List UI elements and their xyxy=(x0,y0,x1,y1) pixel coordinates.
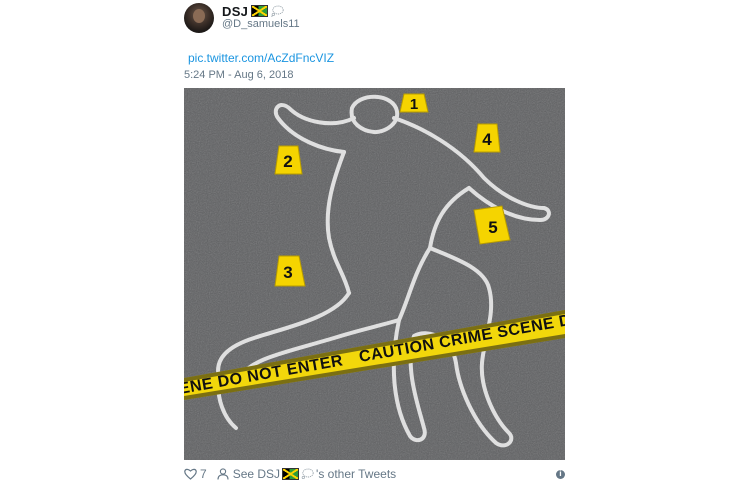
svg-text:3: 3 xyxy=(283,263,292,282)
jamaica-flag-icon xyxy=(251,5,269,17)
crime-scene-photo[interactable]: 1 2 3 4 5 CAUTION CRIME SCENE DO ENE DO … xyxy=(184,88,565,460)
see-other-tweets-link[interactable]: See DSJ 's other Tweets xyxy=(233,467,396,481)
heart-icon[interactable] xyxy=(184,468,197,480)
svg-text:1: 1 xyxy=(410,96,418,113)
svg-text:5: 5 xyxy=(488,218,497,237)
see-prefix: See DSJ xyxy=(232,467,281,481)
thought-bubble-icon xyxy=(301,468,314,480)
crime-scene-illustration: 1 2 3 4 5 CAUTION CRIME SCENE DO ENE DO … xyxy=(184,88,565,460)
evidence-marker-1: 1 xyxy=(399,93,429,113)
display-name[interactable]: DSJ xyxy=(222,4,248,19)
info-icon[interactable]: i xyxy=(556,470,565,479)
jamaica-flag-icon xyxy=(282,468,300,480)
pic-link[interactable]: pic.twitter.com/AcZdFncVIZ xyxy=(188,51,334,65)
embedded-tweet: DSJ @D_samuels11 pic.twitter.com/AcZdFnc… xyxy=(0,0,741,486)
svg-text:4: 4 xyxy=(482,130,492,149)
evidence-marker-4: 4 xyxy=(473,123,501,153)
tweet-footer: 7 See DSJ 's other Tweets xyxy=(184,466,396,482)
evidence-marker-2: 2 xyxy=(274,145,303,175)
avatar[interactable] xyxy=(184,3,214,33)
author-name-row[interactable]: DSJ xyxy=(222,3,284,19)
tweet-timestamp[interactable]: 5:24 PM - Aug 6, 2018 xyxy=(184,69,293,81)
user-handle[interactable]: @D_samuels11 xyxy=(222,18,300,30)
like-count[interactable]: 7 xyxy=(200,467,207,481)
person-icon xyxy=(217,468,229,480)
svg-text:2: 2 xyxy=(283,152,292,171)
see-suffix: 's other Tweets xyxy=(316,467,397,481)
thought-bubble-icon xyxy=(271,5,284,17)
